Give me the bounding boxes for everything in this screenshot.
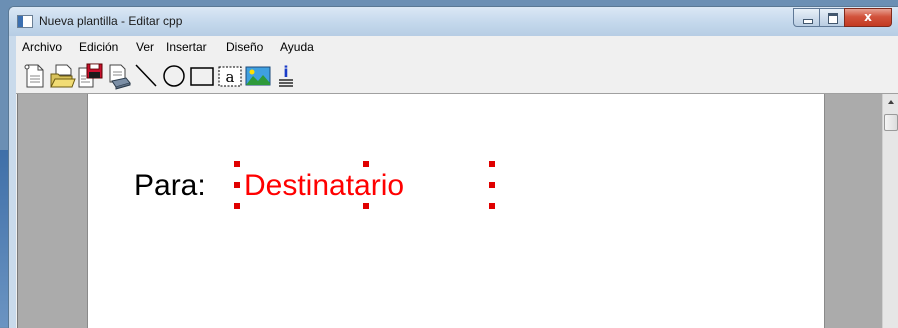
scroll-thumb[interactable] <box>884 114 898 131</box>
design-workspace[interactable]: Para: Destinatario <box>17 94 882 328</box>
info-tool-glyph: i <box>283 63 288 81</box>
selection-handle[interactable] <box>363 203 369 209</box>
new-document-button[interactable] <box>20 62 48 90</box>
minimize-button[interactable] <box>793 8 820 27</box>
editor-window: Nueva plantilla - Editar cpp x Archivo E… <box>8 6 898 328</box>
label-para[interactable]: Para: <box>134 169 206 203</box>
menu-archivo[interactable]: Archivo <box>22 40 62 54</box>
image-tool-button[interactable] <box>244 62 272 90</box>
ellipse-tool-button[interactable] <box>160 62 188 90</box>
app-icon[interactable] <box>17 15 33 28</box>
menu-ver[interactable]: Ver <box>136 40 154 54</box>
menu-diseno[interactable]: Diseño <box>226 40 263 54</box>
vertical-scrollbar[interactable] <box>882 94 898 328</box>
text-tool-glyph: a <box>226 68 235 86</box>
info-field-tool-button[interactable]: i <box>272 62 300 90</box>
close-button[interactable]: x <box>844 8 892 27</box>
desktop-background <box>0 150 8 327</box>
menu-insertar[interactable]: Insertar <box>166 40 207 54</box>
scroll-up-arrow-icon[interactable] <box>883 94 898 111</box>
title-bar[interactable]: Nueva plantilla - Editar cpp x <box>9 7 898 36</box>
close-icon: x <box>864 10 872 24</box>
template-page[interactable]: Para: Destinatario <box>87 94 825 328</box>
line-tool-icon <box>135 64 157 87</box>
image-tool-icon <box>245 66 271 86</box>
selection-handle[interactable] <box>234 203 240 209</box>
ellipse-tool-icon <box>163 65 185 87</box>
client-area: Archivo Edición Ver Insertar Diseño Ayud… <box>16 36 898 328</box>
open-button[interactable] <box>48 62 76 90</box>
info-field-tool-icon: i <box>279 63 293 87</box>
menu-ayuda[interactable]: Ayuda <box>280 40 314 54</box>
selection-handle[interactable] <box>234 161 240 167</box>
print-preview-button[interactable] <box>104 62 132 90</box>
print-preview-icon <box>109 64 131 90</box>
selection-handle[interactable] <box>363 161 369 167</box>
selection-handle[interactable] <box>489 161 495 167</box>
selection-handle[interactable] <box>489 203 495 209</box>
window-title: Nueva plantilla - Editar cpp <box>39 14 183 28</box>
new-document-icon <box>24 64 44 88</box>
selection-handle[interactable] <box>234 182 240 188</box>
text-box-tool-icon: a <box>218 66 242 87</box>
selection-handle[interactable] <box>489 182 495 188</box>
maximize-button[interactable] <box>819 8 845 27</box>
menu-edicion[interactable]: Edición <box>79 40 118 54</box>
text-box-tool-button[interactable]: a <box>216 62 244 90</box>
save-disk-icon <box>78 63 103 88</box>
rectangle-tool-icon <box>190 67 214 86</box>
menu-bar: Archivo Edición Ver Insertar Diseño Ayud… <box>16 36 898 58</box>
line-tool-button[interactable] <box>132 62 160 90</box>
open-folder-icon <box>50 64 76 88</box>
toolbar: a i <box>16 58 898 94</box>
save-button[interactable] <box>76 62 104 90</box>
rectangle-tool-button[interactable] <box>188 62 216 90</box>
field-destinatario[interactable]: Destinatario <box>244 169 404 203</box>
